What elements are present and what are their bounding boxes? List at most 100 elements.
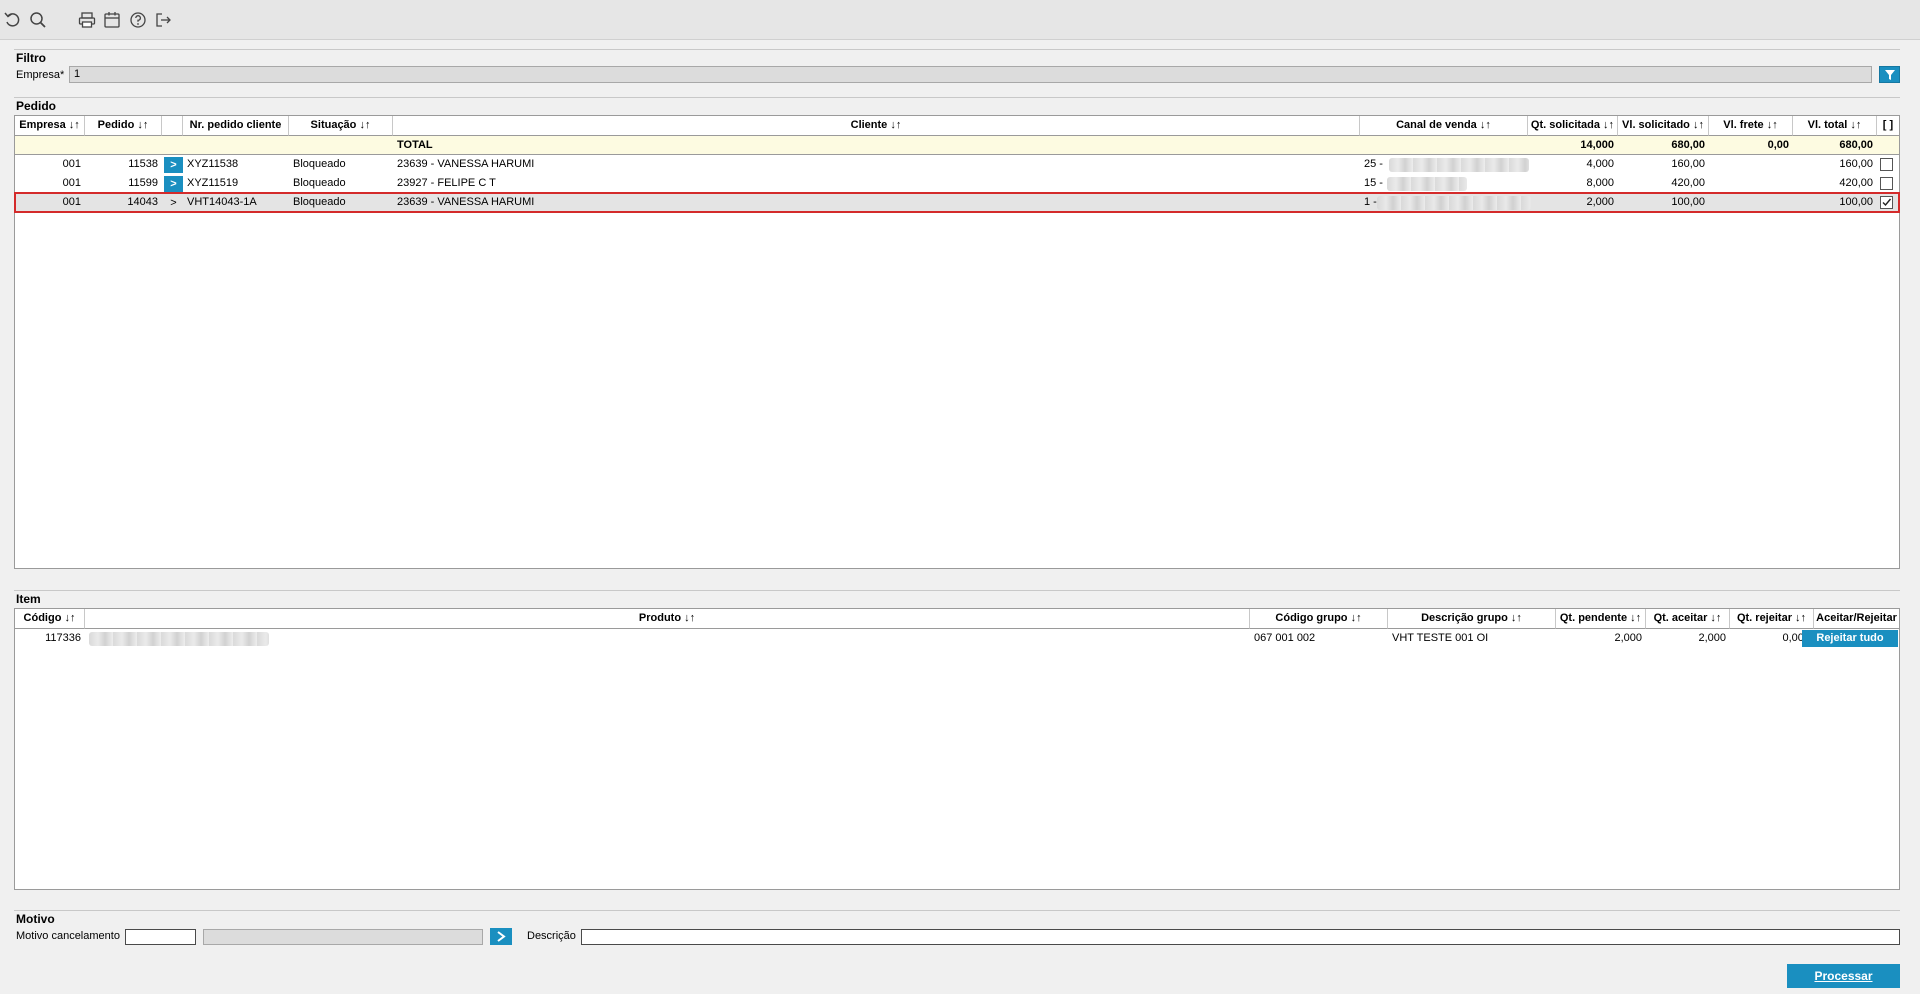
pedido-row-selected[interactable]: 001 14043 > VHT14043-1A Bloqueado 23639 …: [14, 192, 1900, 213]
cell-vl-frete: [1709, 174, 1793, 193]
descricao-label: Descrição: [527, 930, 576, 942]
motivo-divider: [14, 910, 1900, 911]
item-row[interactable]: 117336 067 001 002 VHT TESTE 001 OI 2,00…: [15, 629, 1899, 648]
filtro-divider: [14, 49, 1900, 50]
col-header-qt-pendente[interactable]: Qt. pendente ↓↑: [1556, 609, 1646, 629]
col-header-descricao-grupo[interactable]: Descrição grupo ↓↑: [1388, 609, 1556, 629]
col-header-pedido[interactable]: Pedido ↓↑: [85, 116, 162, 136]
open-pedido-button[interactable]: >: [164, 157, 183, 173]
item-title: Item: [16, 592, 41, 606]
motivo-description-readonly: [203, 929, 483, 945]
print-icon[interactable]: [77, 10, 97, 30]
reject-all-button[interactable]: Rejeitar tudo: [1802, 630, 1898, 647]
toolbar: [0, 0, 1920, 40]
total-label: TOTAL: [397, 139, 433, 151]
cell-vl-total: 160,00: [1839, 158, 1873, 170]
cell-situacao: Bloqueado: [293, 177, 346, 189]
motivo-lookup-button[interactable]: [490, 928, 512, 945]
pedido-grid: Empresa ↓↑ Pedido ↓↑ Nr. pedido cliente …: [14, 115, 1900, 569]
cell-qt-solicitada: 2,000: [1586, 196, 1614, 208]
calendar-icon[interactable]: [102, 10, 122, 30]
col-header-aceitar-rejeitar: Aceitar/Rejeitar: [1814, 609, 1899, 629]
cell-cliente: 23639 - VANESSA HARUMI: [397, 196, 535, 208]
row-select-checkbox[interactable]: [1880, 196, 1893, 209]
cell-empresa: 001: [62, 158, 81, 170]
col-header-codigo[interactable]: Código ↓↑: [15, 609, 85, 629]
cell-codigo: 117336: [45, 632, 81, 644]
cell-qt-solicitada: 8,000: [1586, 177, 1614, 189]
col-header-empresa[interactable]: Empresa ↓↑: [15, 116, 85, 136]
total-vl-total: 680,00: [1839, 139, 1873, 151]
col-header-produto[interactable]: Produto ↓↑: [85, 609, 1250, 629]
total-vl-solicitado: 680,00: [1671, 139, 1705, 151]
cell-vl-frete: [1709, 193, 1793, 212]
open-pedido-button[interactable]: >: [164, 195, 183, 211]
col-header-qt-rejeitar[interactable]: Qt. rejeitar ↓↑: [1730, 609, 1814, 629]
col-header-nr-pedido-cliente[interactable]: Nr. pedido cliente: [183, 116, 289, 136]
cell-vl-solicitado: 160,00: [1671, 158, 1705, 170]
pedido-title: Pedido: [16, 99, 57, 113]
cell-vl-solicitado: 100,00: [1671, 196, 1705, 208]
col-header-qt-solicitada[interactable]: Qt. solicitada ↓↑: [1528, 116, 1618, 136]
motivo-title: Motivo: [16, 912, 55, 926]
cell-nr-pedido-cliente: XYZ11538: [187, 158, 239, 170]
item-divider: [14, 590, 1900, 591]
total-vl-frete: 0,00: [1767, 139, 1789, 151]
cell-empresa: 001: [62, 177, 81, 189]
cell-empresa: 001: [62, 196, 81, 208]
redacted-produto: [89, 632, 269, 646]
exit-icon[interactable]: [153, 10, 173, 30]
cell-vl-solicitado: 420,00: [1671, 177, 1705, 189]
total-row: TOTAL 14,000 680,00 0,00 680,00: [15, 136, 1899, 155]
pedido-row[interactable]: 001 11538 > XYZ11538 Bloqueado 23639 - V…: [15, 155, 1899, 174]
col-header-vl-solicitado[interactable]: Vl. solicitado ↓↑: [1618, 116, 1709, 136]
empresa-field[interactable]: 1: [69, 66, 1872, 83]
cell-qt-solicitada: 4,000: [1586, 158, 1614, 170]
cell-situacao: Bloqueado: [293, 196, 346, 208]
col-header-select-all[interactable]: [ ]: [1877, 116, 1899, 136]
cell-pedido: 14043: [127, 196, 158, 208]
cell-nr-pedido-cliente: VHT14043-1A: [187, 196, 257, 208]
chevron-right-icon: [497, 931, 506, 942]
col-header-go: [162, 116, 183, 136]
pedido-divider: [14, 97, 1900, 98]
col-header-codigo-grupo[interactable]: Código grupo ↓↑: [1250, 609, 1388, 629]
process-button[interactable]: Processar: [1787, 964, 1900, 988]
col-header-qt-aceitar[interactable]: Qt. aceitar ↓↑: [1646, 609, 1730, 629]
cell-cliente: 23927 - FELIPE C T: [397, 177, 496, 189]
cell-nr-pedido-cliente: XYZ11519: [187, 177, 239, 189]
col-header-vl-total[interactable]: Vl. total ↓↑: [1793, 116, 1877, 136]
descricao-input[interactable]: [581, 929, 1900, 945]
filter-button[interactable]: [1879, 66, 1900, 83]
col-header-canal-venda[interactable]: Canal de venda ↓↑: [1360, 116, 1528, 136]
cell-vl-frete: [1709, 155, 1793, 174]
refresh-icon[interactable]: [3, 10, 23, 30]
cell-pedido: 11599: [128, 177, 158, 189]
col-header-situacao[interactable]: Situação ↓↑: [289, 116, 393, 136]
row-select-checkbox[interactable]: [1880, 158, 1893, 171]
help-icon[interactable]: [128, 10, 148, 30]
motivo-cancelamento-label: Motivo cancelamento: [16, 930, 120, 942]
col-header-vl-frete[interactable]: Vl. frete ↓↑: [1709, 116, 1793, 136]
redacted-canal-venda: [1387, 177, 1467, 191]
cell-pedido: 11538: [128, 158, 158, 170]
checkmark-icon: [1882, 198, 1892, 207]
filtro-title: Filtro: [16, 51, 46, 65]
motivo-code-input[interactable]: [125, 929, 196, 945]
pedido-row[interactable]: 001 11599 > XYZ11519 Bloqueado 23927 - F…: [15, 174, 1899, 193]
cell-vl-total: 100,00: [1839, 196, 1873, 208]
cell-qt-pendente: 2,000: [1614, 632, 1642, 644]
cell-vl-total: 420,00: [1839, 177, 1873, 189]
item-grid: Código ↓↑ Produto ↓↑ Código grupo ↓↑ Des…: [14, 608, 1900, 890]
cell-codigo-grupo: 067 001 002: [1254, 632, 1316, 644]
row-select-checkbox[interactable]: [1880, 177, 1893, 190]
col-header-cliente[interactable]: Cliente ↓↑: [393, 116, 1360, 136]
empresa-label: Empresa*: [16, 69, 65, 81]
cell-qt-aceitar[interactable]: 2,000: [1646, 629, 1730, 648]
search-icon[interactable]: [28, 10, 48, 30]
total-qt-solicitada: 14,000: [1580, 139, 1614, 151]
cell-situacao: Bloqueado: [293, 158, 346, 170]
redacted-canal-venda: [1377, 196, 1531, 210]
cell-descricao-grupo: VHT TESTE 001 OI: [1392, 632, 1489, 644]
open-pedido-button[interactable]: >: [164, 176, 183, 192]
